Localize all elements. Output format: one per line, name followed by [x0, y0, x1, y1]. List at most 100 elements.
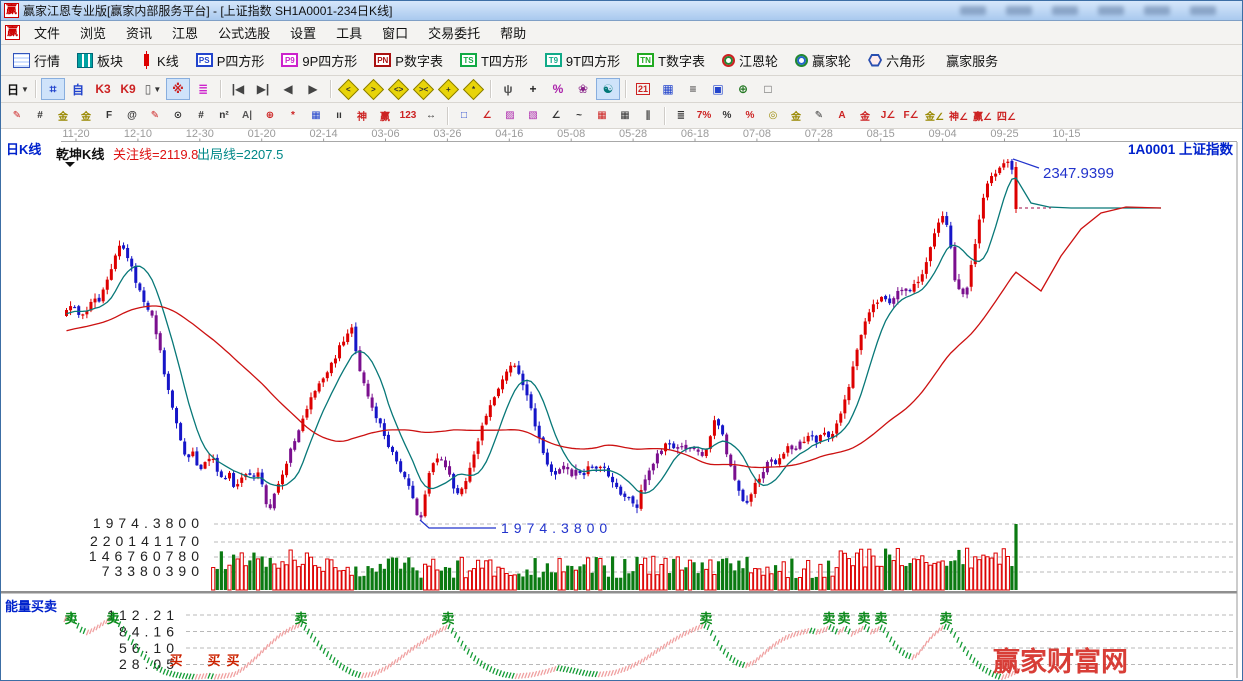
- candles-layer[interactable]: [65, 159, 1018, 521]
- candle[interactable]: [293, 441, 296, 450]
- candle[interactable]: [142, 290, 145, 301]
- candle[interactable]: [322, 378, 325, 382]
- candle[interactable]: [297, 430, 300, 442]
- candle[interactable]: [803, 442, 806, 443]
- qiankun-pattern-toggle-button[interactable]: ⌗: [41, 78, 65, 100]
- candle[interactable]: [342, 342, 345, 346]
- titlebar-control-icon[interactable]: [1006, 6, 1032, 15]
- candle[interactable]: [925, 262, 928, 274]
- candle[interactable]: [733, 466, 736, 480]
- candle[interactable]: [265, 485, 268, 504]
- calendar-button[interactable]: 21: [631, 78, 655, 100]
- candle[interactable]: [114, 255, 117, 268]
- wave-band-button[interactable]: A: [831, 106, 853, 126]
- gold-ratio-lines-button[interactable]: 金: [52, 106, 74, 126]
- candle[interactable]: [375, 407, 378, 419]
- gann-wheel-button[interactable]: 江恩轮: [715, 47, 785, 74]
- candle[interactable]: [664, 443, 667, 451]
- candle[interactable]: [860, 335, 863, 350]
- candle[interactable]: [786, 446, 789, 453]
- titlebar-control-icon[interactable]: [1190, 6, 1216, 15]
- period-label[interactable]: 日K线: [6, 142, 41, 157]
- notepad-button[interactable]: ≡: [681, 78, 705, 100]
- gann-circle-button[interactable]: ⊙: [167, 106, 189, 126]
- candle[interactable]: [134, 266, 137, 283]
- candle[interactable]: [913, 284, 916, 292]
- candle[interactable]: [326, 372, 329, 378]
- candle[interactable]: [395, 452, 398, 462]
- candle[interactable]: [493, 397, 496, 405]
- candle[interactable]: [538, 426, 541, 439]
- gold-circle-button[interactable]: ◎: [762, 106, 784, 126]
- candle[interactable]: [415, 499, 418, 516]
- candle[interactable]: [978, 220, 981, 244]
- grid-box-button[interactable]: ▦: [305, 106, 327, 126]
- candle[interactable]: [187, 454, 190, 457]
- candle[interactable]: [456, 488, 459, 493]
- candle[interactable]: [387, 435, 390, 447]
- menu-item-help[interactable]: 帮助: [490, 21, 536, 44]
- candle[interactable]: [407, 478, 410, 486]
- candle[interactable]: [953, 247, 956, 280]
- candle[interactable]: [570, 469, 573, 476]
- candle[interactable]: [367, 384, 370, 397]
- candle[interactable]: [444, 460, 447, 467]
- candle[interactable]: [399, 461, 402, 472]
- candle[interactable]: [754, 483, 757, 494]
- winner-wheel-button[interactable]: 赢家轮: [788, 47, 858, 74]
- candle[interactable]: [330, 363, 333, 373]
- candle[interactable]: [440, 459, 443, 460]
- kline-type-dropdown-icon[interactable]: [65, 162, 75, 167]
- si-angle-button[interactable]: 四∠: [995, 106, 1018, 126]
- titlebar-blurred-controls[interactable]: [960, 6, 1216, 15]
- candle[interactable]: [77, 306, 80, 315]
- t-square-button[interactable]: TST四方形: [453, 47, 535, 74]
- titlebar-control-icon[interactable]: [1098, 6, 1124, 15]
- titlebar-control-icon[interactable]: [960, 6, 986, 15]
- candle[interactable]: [876, 303, 879, 304]
- candle[interactable]: [737, 481, 740, 491]
- candle[interactable]: [998, 168, 1001, 173]
- candle[interactable]: [819, 435, 822, 441]
- candle[interactable]: [652, 464, 655, 471]
- candle[interactable]: [941, 216, 944, 222]
- grid-dark-button[interactable]: ▦: [614, 106, 636, 126]
- candle[interactable]: [746, 501, 749, 503]
- t-number-table-button[interactable]: TNT数字表: [630, 47, 712, 74]
- rect-tool-button[interactable]: □: [453, 106, 475, 126]
- diamond-center-button[interactable]: +: [436, 78, 460, 100]
- j-angle-button[interactable]: J∠: [877, 106, 899, 126]
- draw-pen-2-button[interactable]: ✎: [144, 106, 166, 126]
- candle[interactable]: [98, 298, 101, 302]
- candle[interactable]: [843, 399, 846, 413]
- candle[interactable]: [717, 419, 720, 425]
- candle[interactable]: [554, 471, 557, 475]
- candle[interactable]: [464, 481, 467, 489]
- symbol-label[interactable]: 1A0001 上证指数: [1128, 141, 1234, 157]
- candle[interactable]: [937, 223, 940, 233]
- candle[interactable]: [305, 409, 308, 418]
- candle[interactable]: [827, 432, 830, 438]
- candle[interactable]: [770, 459, 773, 461]
- candle[interactable]: [489, 405, 492, 417]
- gold-line-button[interactable]: 金: [785, 106, 807, 126]
- candle[interactable]: [1006, 162, 1009, 163]
- candle[interactable]: [607, 468, 610, 476]
- next-bar-button[interactable]: ▶: [301, 78, 325, 100]
- candle[interactable]: [167, 374, 170, 390]
- candle[interactable]: [204, 462, 207, 469]
- candle[interactable]: [884, 296, 887, 299]
- candle[interactable]: [986, 184, 989, 198]
- gold-angle-button[interactable]: 金∠: [923, 106, 946, 126]
- candle[interactable]: [782, 454, 785, 459]
- candle[interactable]: [106, 280, 109, 290]
- candle[interactable]: [917, 282, 920, 283]
- sectors-button[interactable]: 板块: [70, 47, 130, 74]
- print-button[interactable]: □: [756, 78, 780, 100]
- candle[interactable]: [847, 387, 850, 400]
- grid-red-button[interactable]: ▦: [591, 106, 613, 126]
- seven-percent-button[interactable]: 7%: [693, 106, 715, 126]
- diamond-right-button[interactable]: >: [361, 78, 385, 100]
- candle[interactable]: [558, 469, 561, 474]
- candle[interactable]: [872, 304, 875, 312]
